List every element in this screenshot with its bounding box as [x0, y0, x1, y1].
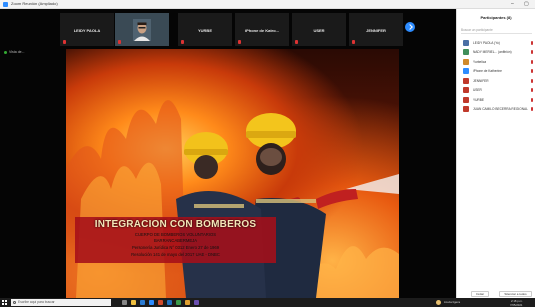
slide-line: Personería Jurídica N° 0312 Enero 27 de …	[131, 245, 220, 250]
participant-tile[interactable]: YURBE	[178, 13, 232, 46]
mute-all-button[interactable]: Silenciar a todos	[499, 291, 532, 297]
window-title: Zoom Reunión (Ampliado)	[11, 1, 58, 6]
muted-mic-icon	[238, 40, 241, 44]
avatar	[463, 68, 469, 74]
muted-mic-icon	[531, 59, 533, 64]
slide-line: BARRANCABERMEJA	[153, 238, 198, 243]
view-label-text: Vista de...	[9, 50, 25, 54]
muted-mic-icon	[295, 40, 298, 44]
participant-row[interactable]: YURBE	[457, 95, 535, 105]
participants-panel: Participantes (8) Buscar un participante…	[456, 9, 535, 298]
participant-tile[interactable]: USER	[292, 13, 346, 46]
zoom-window: Zoom Reunión (Ampliado) – ▢ LEIDY PAOLA	[0, 0, 535, 307]
participant-tile-name: YURBE	[197, 28, 212, 33]
zoom-icon[interactable]	[149, 300, 154, 305]
participant-name: LEIDY PAOLA (Yo)	[473, 40, 500, 45]
muted-mic-icon	[531, 107, 533, 111]
participant-row[interactable]: JUAN CAMILO BECERRA REGIONAL	[457, 105, 535, 115]
participants-panel-title: Participantes (8)	[480, 15, 512, 20]
clock-date[interactable]: 7/05/2021	[510, 303, 522, 307]
avatar	[463, 58, 469, 65]
minimize-icon[interactable]: –	[511, 0, 514, 8]
participant-row[interactable]: NADY MERIEL... (anfitrión)	[457, 48, 535, 58]
muted-mic-icon	[531, 50, 533, 54]
avatar	[463, 49, 469, 55]
participant-name: JENNIFER	[473, 78, 489, 83]
muted-mic-icon	[531, 88, 533, 92]
participant-name: JUAN CAMILO BECERRA REGIONAL	[473, 107, 528, 111]
participant-tile[interactable]: LEIDY PAOLA	[60, 13, 114, 46]
search-icon	[13, 301, 16, 304]
participant-row[interactable]: iPhone de Katherine	[457, 67, 535, 77]
slide-title-banner: INTEGRACION CON BOMBEROS CUERPO DE BOMBE…	[75, 217, 276, 263]
weather-icon[interactable]	[436, 300, 441, 305]
task-view-icon[interactable]	[122, 300, 127, 305]
participant-tile[interactable]: JENNIFER	[349, 13, 403, 46]
avatar	[463, 77, 469, 84]
slide-line: CUERPO DE BOMBEROS VOLUNTARIOS	[134, 232, 217, 237]
participant-name: iPhone de Katherine	[473, 69, 502, 73]
file-explorer-icon[interactable]	[131, 300, 136, 305]
participant-name: YURBE	[473, 97, 484, 102]
participant-row[interactable]: USER	[457, 86, 535, 96]
chrome-icon[interactable]	[185, 300, 190, 305]
avatar	[463, 39, 469, 46]
muted-mic-icon	[531, 69, 533, 73]
windows-start-icon[interactable]	[2, 300, 7, 305]
muted-mic-icon	[352, 40, 355, 44]
next-page-arrow-icon[interactable]	[405, 22, 415, 32]
participant-row[interactable]: JENNIFER	[457, 76, 535, 86]
participant-tile-name: USER	[313, 28, 325, 33]
app-icon[interactable]	[176, 300, 181, 305]
avatar	[463, 96, 469, 103]
shared-screen-slide: INTEGRACION CON BOMBEROS CUERPO DE BOMBE…	[66, 49, 399, 298]
slide-line: Resolución 141 de mayo del 2017 UAE - DN…	[131, 252, 220, 257]
muted-mic-icon	[531, 40, 533, 45]
muted-mic-icon	[531, 78, 533, 83]
participant-tile-name: iPhone de Katro...	[244, 28, 279, 33]
participant-name: Yurbelica	[473, 59, 487, 64]
meeting-area: LEIDY PAOLA YURBE iPhone de Katro... USE…	[0, 9, 456, 298]
participant-strip: LEIDY PAOLA YURBE iPhone de Katro... USE…	[60, 13, 403, 46]
word-icon[interactable]	[167, 300, 172, 305]
app-icon[interactable]	[194, 300, 199, 305]
weather-text: Lluvia ligera	[444, 300, 461, 304]
participant-search-input[interactable]: Buscar un participante	[461, 27, 532, 34]
participant-tile-name: JENNIFER	[366, 28, 386, 33]
avatar	[463, 106, 469, 112]
muted-mic-icon	[118, 40, 121, 44]
participant-row[interactable]: Yurbelica	[457, 57, 535, 67]
windows-taskbar: Escribe aquí para buscar Lluvia ligera 2…	[0, 298, 535, 307]
powerpoint-icon[interactable]	[158, 300, 163, 305]
participant-video-tile[interactable]	[115, 13, 169, 46]
participant-name: NADY MERIEL... (anfitrión)	[473, 50, 512, 54]
zoom-logo-icon	[3, 2, 8, 7]
edge-icon[interactable]	[140, 300, 145, 305]
muted-mic-icon	[531, 97, 533, 102]
invite-button[interactable]: Invitar	[471, 291, 489, 297]
muted-mic-icon	[63, 40, 66, 44]
view-label[interactable]: Vista de...	[4, 50, 25, 54]
title-bar: Zoom Reunión (Ampliado) – ▢	[0, 0, 535, 9]
muted-mic-icon	[181, 40, 184, 44]
status-dot-icon	[4, 50, 7, 54]
participant-list: LEIDY PAOLA (Yo) NADY MERIEL... (anfitri…	[457, 38, 535, 114]
participant-video	[133, 19, 151, 41]
avatar	[463, 87, 469, 93]
participant-row[interactable]: LEIDY PAOLA (Yo)	[457, 38, 535, 48]
participant-tile[interactable]: iPhone de Katro...	[235, 13, 289, 46]
participant-name: USER	[473, 88, 482, 92]
taskbar-search-input[interactable]: Escribe aquí para buscar	[11, 299, 111, 306]
taskbar-search-placeholder: Escribe aquí para buscar	[18, 300, 55, 304]
slide-title: INTEGRACION CON BOMBEROS	[94, 219, 257, 230]
maximize-icon[interactable]: ▢	[524, 0, 529, 8]
participant-tile-name: LEIDY PAOLA	[73, 28, 101, 33]
